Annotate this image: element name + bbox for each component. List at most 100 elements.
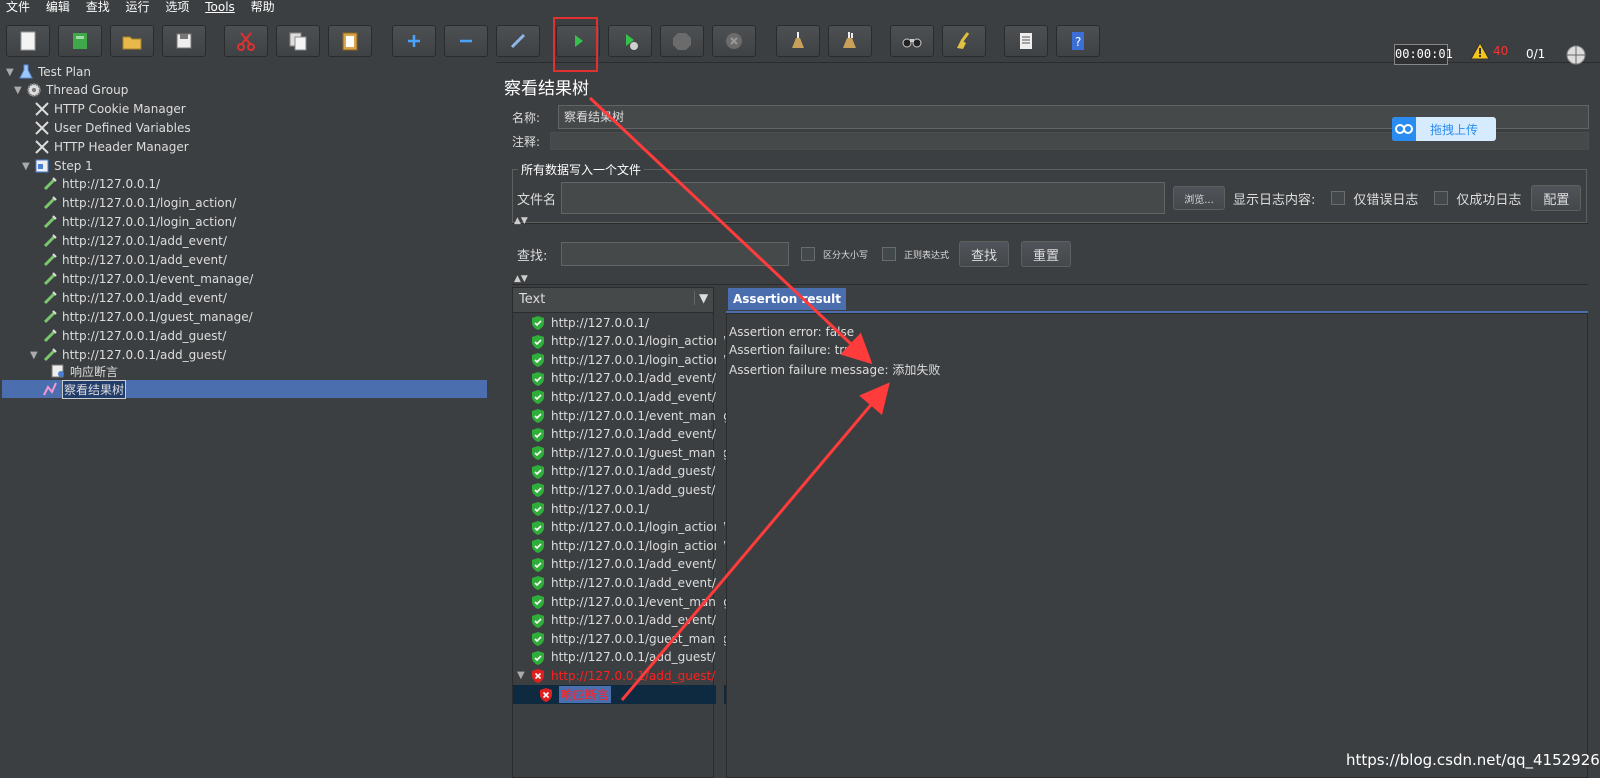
success-shield-icon [532,316,544,330]
tree-node-response-assertion[interactable]: 响应断言 [50,362,118,380]
collapse-button[interactable] [444,25,488,57]
reset-button[interactable]: 重置 [1021,241,1072,267]
expand-arrow-icon[interactable]: ▼ [6,67,18,78]
result-list-item[interactable]: http://127.0.0.1/login_action/ [513,536,731,555]
expand-arrow-icon[interactable]: ▼ [517,670,531,681]
warning-indicator[interactable]: 40 [1470,42,1508,60]
clear-all-button[interactable] [828,25,872,57]
result-list-item[interactable]: http://127.0.0.1/add_event/ [513,555,731,574]
result-list-item[interactable]: http://127.0.0.1/add_event/ [513,369,731,388]
menu-help[interactable]: 帮助 [251,0,275,14]
cut-button[interactable] [224,25,268,57]
copy-button[interactable] [276,25,320,57]
stop-button[interactable] [660,25,704,57]
minus-icon [460,39,472,43]
search-button[interactable] [890,25,934,57]
browse-button[interactable]: 浏览... [1173,186,1225,210]
menu-edit[interactable]: 编辑 [46,0,70,14]
case-sensitive-label: 区分大小写 [823,250,869,261]
toggle-button[interactable] [496,25,540,57]
comment-label: 注释: [512,134,541,149]
result-list-item-failed[interactable]: ▼ http://127.0.0.1/add_guest/ [513,666,717,685]
result-list-item[interactable]: http://127.0.0.1/login_action/ [513,350,731,369]
renderer-select[interactable]: Text ▼ [513,288,713,313]
tree-node-sampler[interactable]: http://127.0.0.1/login_action/ [42,213,236,231]
drag-upload-button[interactable]: 拖拽上传 [1392,117,1496,141]
expand-arrow-icon[interactable]: ▼ [30,350,42,361]
search-row: 查找: 区分大小写 正则表达式 查找 重置 [517,241,1072,267]
tree-node-sampler[interactable]: http://127.0.0.1/ [42,175,160,193]
result-list-item[interactable]: http://127.0.0.1/add_event/ [513,611,731,630]
errors-only-checkbox[interactable] [1331,191,1346,205]
active-threads: 0/1 [1526,47,1546,61]
success-only-checkbox[interactable] [1434,191,1449,205]
menu-file[interactable]: 文件 [6,0,30,14]
result-list-item[interactable]: http://127.0.0.1/login_action/ [513,332,731,351]
tree-node-sampler[interactable]: http://127.0.0.1/event_manage/ [42,270,253,288]
menu-options[interactable]: 选项 [165,0,189,14]
result-list-item[interactable]: http://127.0.0.1/ [513,313,731,332]
tree-node-test-plan[interactable]: ▼ Test Plan [6,63,91,81]
split-pane-divider[interactable] [487,62,496,778]
tree-node-sampler[interactable]: http://127.0.0.1/guest_manage/ [42,308,253,326]
search-submit-button[interactable]: 查找 [959,241,1010,267]
menu-search[interactable]: 查找 [86,0,110,14]
filename-field[interactable] [561,182,1165,214]
result-list-item[interactable]: http://127.0.0.1/add_guest/ [513,462,731,481]
start-no-pause-button[interactable] [608,25,652,57]
function-helper-button[interactable] [1004,25,1048,57]
pipette-icon [43,272,57,286]
help-button[interactable]: ? [1056,25,1100,57]
result-list-item[interactable]: http://127.0.0.1/add_guest/ [513,480,731,499]
regex-checkbox[interactable] [882,247,897,261]
configure-button[interactable]: 配置 [1531,185,1582,211]
collapse-arrows-icon[interactable]: ▲▼ [514,216,528,226]
list-scroll-handle[interactable] [716,287,724,778]
expand-arrow-icon[interactable]: ▼ [14,85,26,96]
menu-tools[interactable]: Tools [205,0,235,14]
result-list-item[interactable]: http://127.0.0.1/add_event/ [513,573,731,592]
pipette-icon [43,310,57,324]
tree-node-step-1[interactable]: ▼ Step 1 [22,157,93,175]
result-list-item[interactable]: http://127.0.0.1/guest_manage/ [513,629,731,648]
save-button[interactable] [162,25,206,57]
tree-node-view-results-tree[interactable]: 察看结果树 [2,379,487,399]
tree-node-sampler[interactable]: http://127.0.0.1/add_event/ [42,232,227,250]
open-button[interactable] [110,25,154,57]
pipette-icon [43,177,57,191]
tree-node-sampler[interactable]: http://127.0.0.1/add_event/ [42,289,227,307]
tree-node-user-defined-variables[interactable]: User Defined Variables [34,119,191,137]
tree-node-cookie-manager[interactable]: HTTP Cookie Manager [34,100,186,118]
result-list-item[interactable]: http://127.0.0.1/event_manage/ [513,592,731,611]
result-list-item[interactable]: http://127.0.0.1/add_event/ [513,425,731,444]
paste-button[interactable] [328,25,372,57]
chevron-down-icon[interactable]: ▼ [694,291,708,305]
clear-button[interactable] [776,25,820,57]
reset-search-button[interactable] [942,25,986,57]
shutdown-button[interactable] [712,25,756,57]
collapse-arrows-icon[interactable]: ▲▼ [514,274,528,284]
new-button[interactable] [6,25,50,57]
result-list-item[interactable]: http://127.0.0.1/ [513,499,731,518]
result-list-item-assertion[interactable]: 响应断言 [513,685,739,704]
expand-arrow-icon[interactable]: ▼ [22,161,34,172]
renderer-select-value: Text [519,292,546,307]
result-list-item[interactable]: http://127.0.0.1/login_action/ [513,518,731,537]
result-list-item[interactable]: http://127.0.0.1/add_event/ [513,387,731,406]
tree-node-thread-group[interactable]: ▼ Thread Group [14,81,128,99]
tree-node-header-manager[interactable]: HTTP Header Manager [34,138,189,156]
tab-assertion-result[interactable]: Assertion result [728,288,847,310]
pipette-icon [43,329,57,343]
result-list-item[interactable]: http://127.0.0.1/event_manage/ [513,406,731,425]
tree-node-sampler[interactable]: http://127.0.0.1/login_action/ [42,194,236,212]
result-list-item[interactable]: http://127.0.0.1/guest_manage/ [513,443,731,462]
templates-button[interactable] [58,25,102,57]
search-input[interactable] [561,242,789,266]
tree-node-sampler[interactable]: http://127.0.0.1/add_event/ [42,251,227,269]
result-list-item[interactable]: http://127.0.0.1/add_guest/ [513,648,731,667]
broom-clear-all-icon [843,32,856,48]
menu-run[interactable]: 运行 [126,0,150,14]
case-sensitive-checkbox[interactable] [801,247,815,261]
expand-button[interactable] [392,25,436,57]
tree-node-sampler[interactable]: http://127.0.0.1/add_guest/ [42,327,226,345]
